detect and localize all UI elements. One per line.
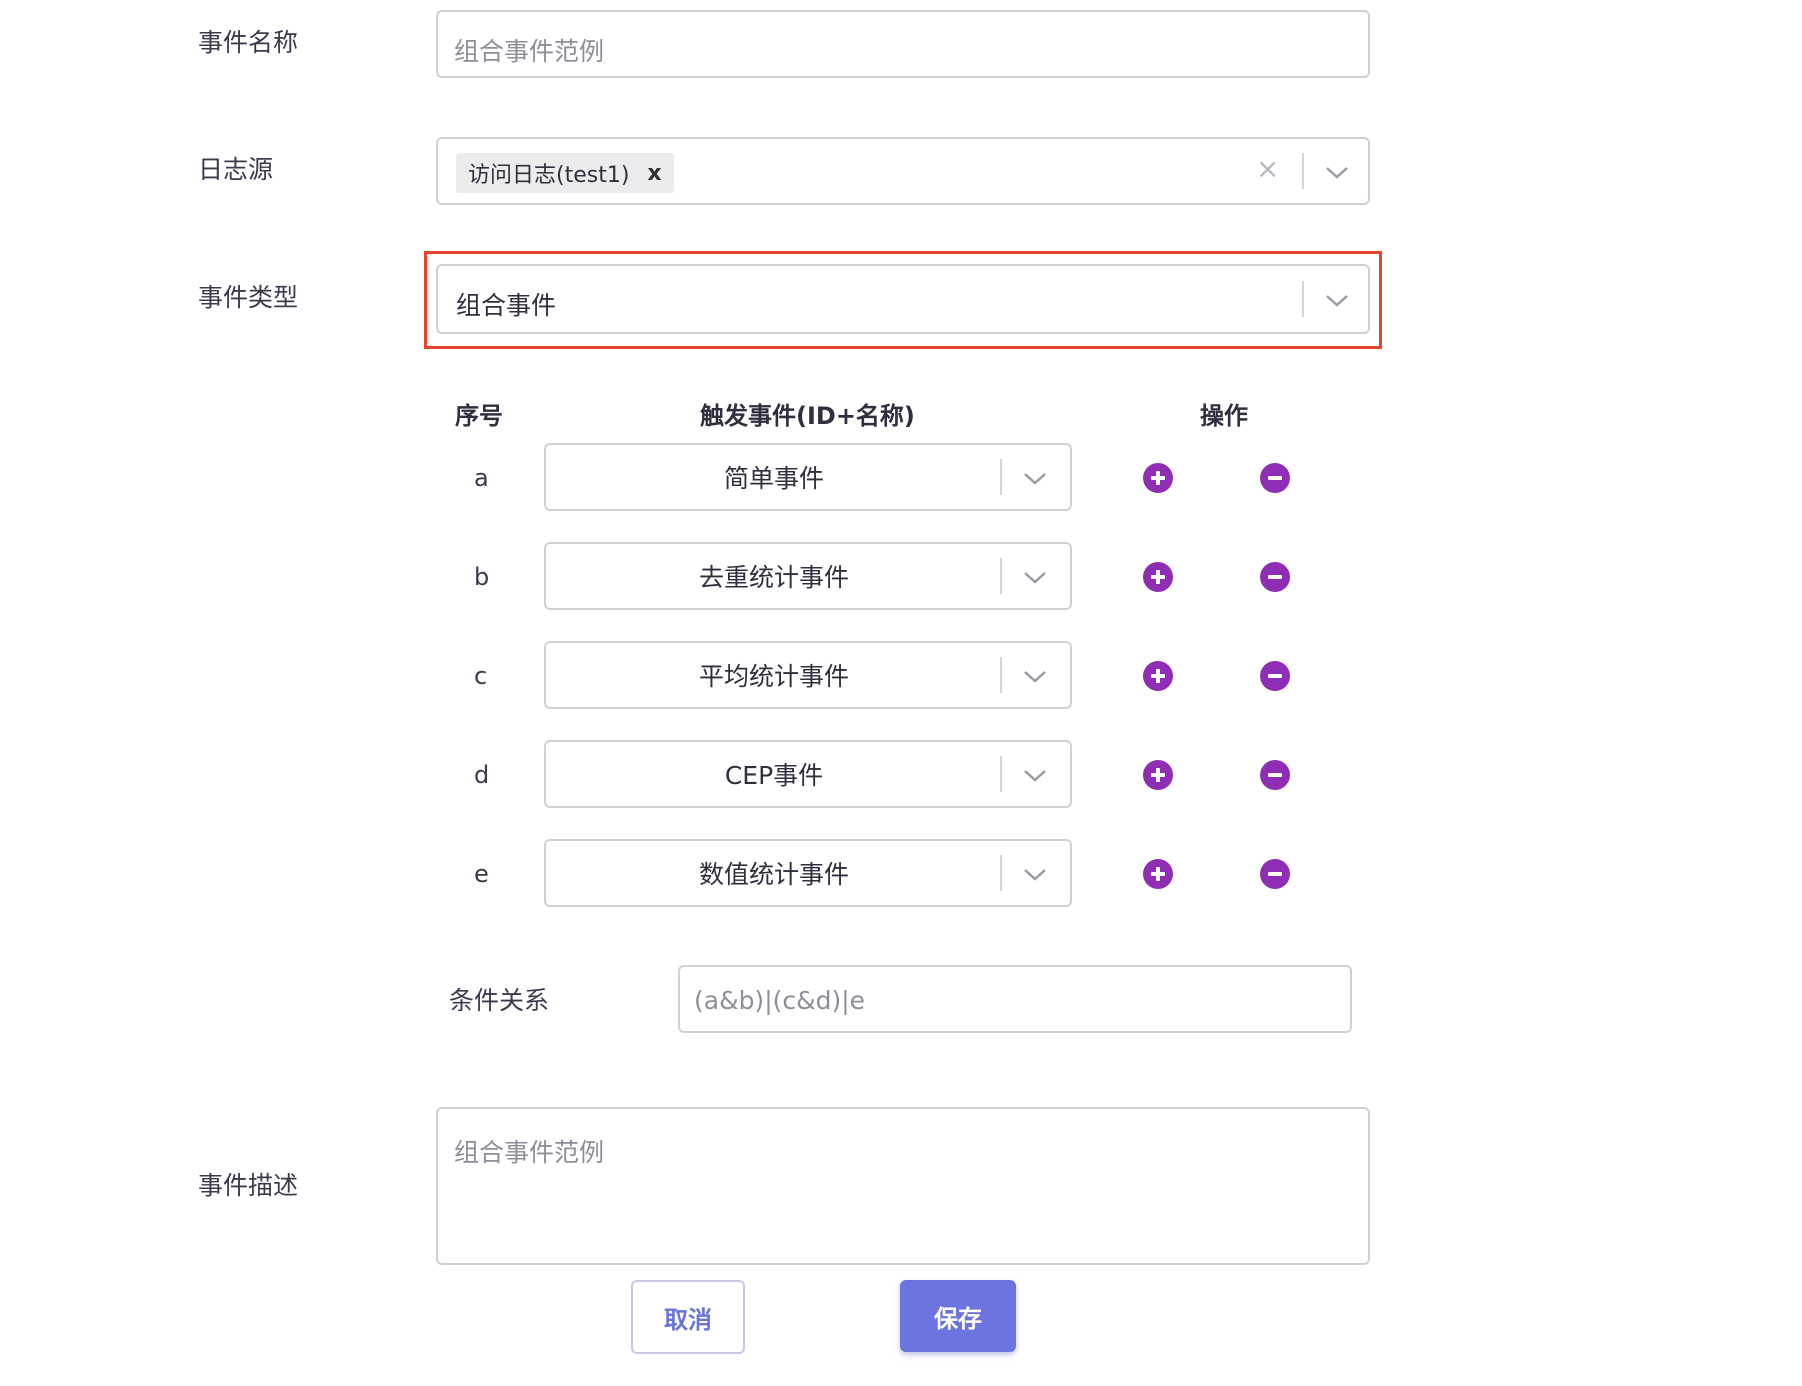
trigger-event-value: 数值统计事件 [698,860,849,889]
description-label: 事件描述 [198,1171,299,1200]
select-separator [1000,855,1002,891]
select-separator [1000,558,1002,594]
description-textarea[interactable]: 组合事件范例 [436,1107,1370,1265]
description-placeholder: 组合事件范例 [454,1138,605,1167]
select-separator [1000,657,1002,693]
add-row-icon[interactable] [1143,760,1173,790]
trigger-event-select[interactable]: 数值统计事件 [544,839,1072,907]
chevron-down-icon[interactable] [1022,867,1048,883]
log-source-select[interactable]: 访问日志(test1) x × [436,137,1370,205]
row-seq: b [474,563,490,591]
event-type-select[interactable]: 组合事件 [436,264,1370,334]
chevron-down-icon[interactable] [1022,570,1048,586]
trigger-event-value: 去重统计事件 [698,563,849,592]
event-type-label: 事件类型 [198,283,299,312]
header-action: 操作 [1200,402,1248,430]
condition-placeholder: (a&b)|(c&d)|e [694,986,866,1015]
row-seq: a [474,464,489,492]
trigger-event-select[interactable]: 平均统计事件 [544,641,1072,709]
event-name-label: 事件名称 [198,28,299,57]
add-row-icon[interactable] [1143,463,1173,493]
event-name-placeholder: 组合事件范例 [454,37,605,66]
log-source-tag: 访问日志(test1) x [456,153,674,193]
condition-input[interactable]: (a&b)|(c&d)|e [678,965,1352,1033]
tag-remove-icon[interactable]: x [647,161,661,186]
add-row-icon[interactable] [1143,859,1173,889]
trigger-event-select[interactable]: CEP事件 [544,740,1072,808]
event-type-value: 组合事件 [456,291,557,320]
row-seq: e [474,860,489,888]
chevron-down-icon[interactable] [1324,165,1350,181]
condition-label: 条件关系 [449,986,550,1015]
log-source-tag-label: 访问日志(test1) [468,163,630,188]
chevron-down-icon[interactable] [1022,471,1048,487]
trigger-event-value: 简单事件 [723,464,824,493]
remove-row-icon[interactable] [1260,463,1290,493]
row-seq: c [474,662,488,690]
select-separator [1000,756,1002,792]
remove-row-icon[interactable] [1260,661,1290,691]
remove-row-icon[interactable] [1260,859,1290,889]
event-name-input[interactable]: 组合事件范例 [436,10,1370,78]
chevron-down-icon[interactable] [1022,768,1048,784]
select-separator [1302,153,1304,189]
trigger-event-value: 平均统计事件 [698,662,849,691]
row-seq: d [474,761,490,789]
log-source-label: 日志源 [198,155,274,184]
remove-row-icon[interactable] [1260,562,1290,592]
cancel-button[interactable]: 取消 [631,1280,745,1354]
add-row-icon[interactable] [1143,562,1173,592]
chevron-down-icon[interactable] [1324,293,1350,309]
trigger-event-select[interactable]: 去重统计事件 [544,542,1072,610]
select-separator [1302,281,1304,317]
header-trigger-event: 触发事件(ID+名称) [700,402,915,430]
trigger-event-value: CEP事件 [724,761,824,790]
header-seq: 序号 [455,402,503,430]
clear-icon[interactable]: × [1256,155,1279,183]
chevron-down-icon[interactable] [1022,669,1048,685]
trigger-event-select[interactable]: 简单事件 [544,443,1072,511]
remove-row-icon[interactable] [1260,760,1290,790]
select-separator [1000,459,1002,495]
add-row-icon[interactable] [1143,661,1173,691]
save-button[interactable]: 保存 [900,1280,1016,1352]
